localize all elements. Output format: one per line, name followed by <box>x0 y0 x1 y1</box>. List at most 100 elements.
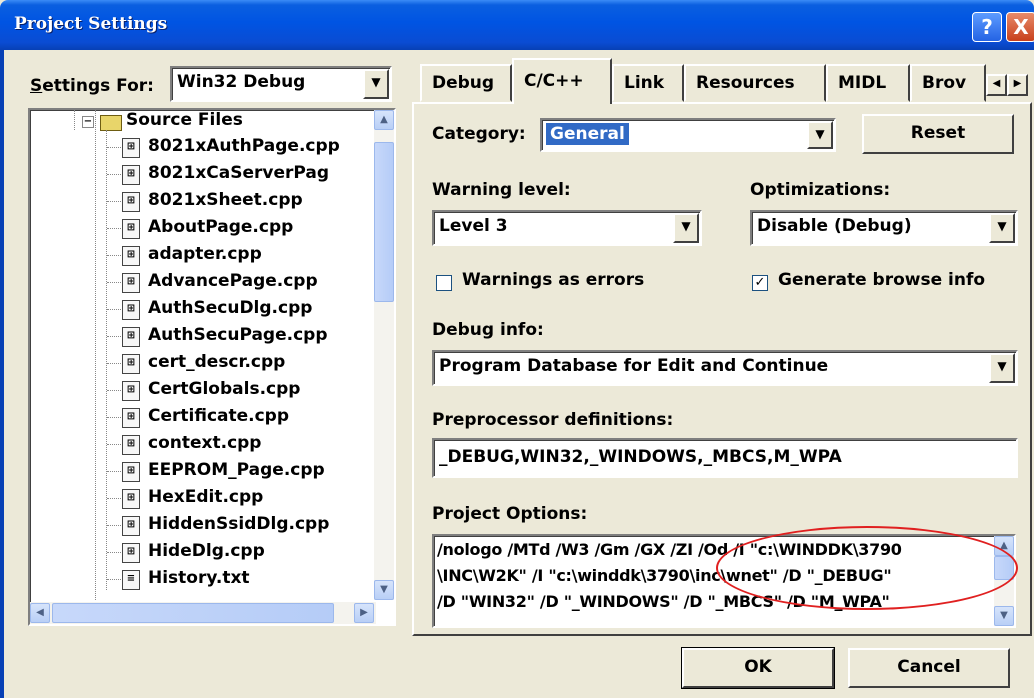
tab-scroller[interactable]: ◀ ▶ <box>986 74 1028 96</box>
tab-browse[interactable]: Brov <box>910 64 986 102</box>
tree-line <box>107 147 121 148</box>
tree-line <box>107 336 121 337</box>
tree-vertical-scrollbar[interactable]: ▲ ▼ <box>374 110 394 600</box>
tree-file-label: 8021xSheet.cpp <box>148 190 303 210</box>
tree-file-label: 8021xCaServerPag <box>148 163 330 183</box>
source-file-icon: ⊞ <box>122 381 140 401</box>
tab-resources[interactable]: Resources <box>684 64 826 102</box>
cancel-button[interactable]: Cancel <box>848 648 1010 688</box>
option-line: /D "WIN32" /D "_WINDOWS" /D "_MBCS" /D "… <box>437 592 890 611</box>
scroll-down-icon[interactable]: ▼ <box>994 606 1014 626</box>
tree-root-label: Source Files <box>126 110 243 130</box>
source-file-icon: ⊞ <box>122 165 140 185</box>
window-border <box>0 50 4 698</box>
tree-file-label: 8021xAuthPage.cpp <box>148 136 340 156</box>
tree-line <box>95 110 96 600</box>
tree-content: − Source Files ⊞ 8021xAuthPage.cpp ⊞ 8021xCaS… <box>30 110 376 600</box>
warnings-as-errors-label[interactable]: Warnings as errors <box>462 270 644 290</box>
scroll-thumb-horizontal[interactable] <box>52 603 334 623</box>
project-options-textarea[interactable]: /nologo /MTd /W3 /Gm /GX /ZI /Od /I "c:\… <box>432 534 1016 628</box>
tree-file-label: context.cpp <box>148 433 262 453</box>
tree-file-label: HexEdit.cpp <box>148 487 264 507</box>
preprocessor-input[interactable]: _DEBUG,WIN32,_WINDOWS,_MBCS,M_WPA <box>432 438 1018 478</box>
reset-button[interactable]: Reset <box>862 114 1014 154</box>
tree-line <box>74 110 75 130</box>
source-file-icon: ⊞ <box>122 327 140 347</box>
tree-file-label: Certificate.cpp <box>148 406 290 426</box>
tab-debug[interactable]: Debug <box>420 64 512 102</box>
optimizations-label: Optimizations: <box>750 180 891 200</box>
settings-for-label: Settings For: <box>30 76 154 96</box>
window-title: Project Settings <box>14 14 168 34</box>
tab-midl[interactable]: MIDL <box>826 64 910 102</box>
source-file-icon: ⊞ <box>122 138 140 158</box>
tab-c-cpp[interactable]: C/C++ <box>512 58 612 104</box>
tree-line <box>107 282 121 283</box>
chevron-down-icon[interactable]: ▼ <box>673 213 699 243</box>
tree-file-label: CertGlobals.cpp <box>148 379 301 399</box>
source-file-icon: ⊞ <box>122 354 140 374</box>
generate-browse-info-checkbox[interactable]: ✓ <box>752 275 768 291</box>
category-label: Category: <box>432 124 526 144</box>
tree-file-label: cert_descr.cpp <box>148 352 286 372</box>
scroll-up-icon[interactable]: ▲ <box>994 536 1014 556</box>
preprocessor-label: Preprocessor definitions: <box>432 410 674 430</box>
source-file-icon: ⊞ <box>122 462 140 482</box>
tree-line <box>107 498 121 499</box>
project-options-label: Project Options: <box>432 504 588 524</box>
source-file-icon: ⊞ <box>122 300 140 320</box>
tree-file-label: AuthSecuPage.cpp <box>148 325 328 345</box>
tree-horizontal-scrollbar[interactable]: ◀ ▶ <box>30 602 376 624</box>
tab-link[interactable]: Link <box>612 64 684 102</box>
tree-line <box>107 552 121 553</box>
tree-file-label: AdvancePage.cpp <box>148 271 318 291</box>
settings-for-label-text: ettings For: <box>42 76 154 96</box>
debug-info-dropdown[interactable]: Program Database for Edit and Continue ▼ <box>432 350 1018 386</box>
tree-file-label: AboutPage.cpp <box>148 217 294 237</box>
tree-line <box>107 444 121 445</box>
source-file-icon: ⊞ <box>122 408 140 428</box>
scroll-left-icon[interactable]: ◀ <box>30 603 50 623</box>
tree-line <box>107 309 121 310</box>
generate-browse-info-label[interactable]: Generate browse info <box>778 270 985 290</box>
scroll-down-icon[interactable]: ▼ <box>374 580 394 600</box>
close-button[interactable]: X <box>1006 12 1034 42</box>
option-line: \INC\W2K" /I "c:\winddk\3790\inc\wnet" /… <box>437 566 892 585</box>
scroll-right-icon[interactable]: ▶ <box>354 603 374 623</box>
source-file-icon: ⊞ <box>122 192 140 212</box>
settings-for-dropdown[interactable]: Win32 Debug ▼ <box>170 66 392 102</box>
chevron-down-icon[interactable]: ▼ <box>989 353 1015 383</box>
warning-level-value: Level 3 <box>439 216 508 236</box>
preprocessor-value: _DEBUG,WIN32,_WINDOWS,_MBCS,M_WPA <box>439 447 842 467</box>
tree-file-label: adapter.cpp <box>148 244 262 264</box>
scroll-up-icon[interactable]: ▲ <box>374 110 394 130</box>
source-file-icon: ⊞ <box>122 543 140 563</box>
chevron-down-icon[interactable]: ▼ <box>363 69 389 99</box>
collapse-icon[interactable]: − <box>82 116 94 128</box>
settings-for-value: Win32 Debug <box>177 72 306 92</box>
chevron-down-icon[interactable]: ▼ <box>989 213 1015 243</box>
warnings-as-errors-checkbox[interactable] <box>436 275 452 291</box>
tree-file-label: EEPROM_Page.cpp <box>148 460 325 480</box>
tree-line <box>107 174 121 175</box>
file-tree[interactable]: − Source Files ⊞ 8021xAuthPage.cpp ⊞ 8021xCaS… <box>28 108 396 626</box>
source-file-icon: ⊞ <box>122 219 140 239</box>
tree-line <box>107 255 121 256</box>
tree-line <box>107 363 121 364</box>
chevron-left-icon[interactable]: ◀ <box>986 74 1007 96</box>
options-scrollbar[interactable]: ▲ ▼ <box>994 536 1014 626</box>
tree-line <box>107 471 121 472</box>
category-dropdown[interactable]: General ▼ <box>540 118 836 152</box>
chevron-right-icon[interactable]: ▶ <box>1007 74 1028 96</box>
tree-file-label: AuthSecuDlg.cpp <box>148 298 313 318</box>
help-button[interactable]: ? <box>972 12 1002 42</box>
scroll-thumb[interactable] <box>994 556 1014 580</box>
optimizations-dropdown[interactable]: Disable (Debug) ▼ <box>750 210 1018 246</box>
scroll-thumb[interactable] <box>374 142 394 302</box>
source-file-icon: ⊞ <box>122 435 140 455</box>
chevron-down-icon[interactable]: ▼ <box>807 121 833 149</box>
ok-button[interactable]: OK <box>681 647 835 689</box>
debug-info-value: Program Database for Edit and Continue <box>439 356 829 376</box>
warning-level-dropdown[interactable]: Level 3 ▼ <box>432 210 702 246</box>
tree-file-label: HideDlg.cpp <box>148 541 265 561</box>
